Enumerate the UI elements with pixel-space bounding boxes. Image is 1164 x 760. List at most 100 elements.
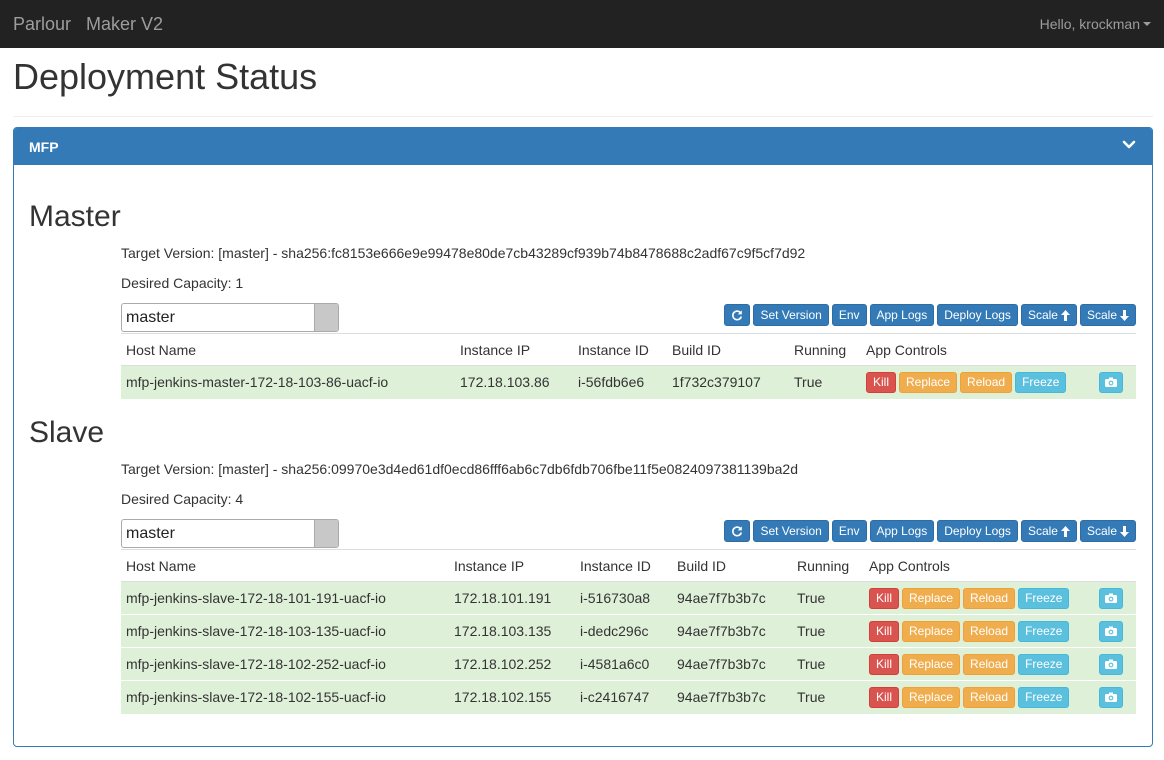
table-row: mfp-jenkins-slave-172-18-101-191-uacf-io…: [121, 581, 1136, 615]
deploy-logs-button[interactable]: Deploy Logs: [937, 304, 1018, 326]
user-menu-dropdown[interactable]: Hello, krockman: [1040, 0, 1151, 48]
title-divider: [13, 116, 1153, 117]
snapshot-button[interactable]: [1099, 371, 1123, 393]
freeze-button[interactable]: Freeze: [1018, 620, 1070, 642]
column-header-build-id: Build ID: [667, 333, 789, 366]
running-cell: True: [792, 647, 864, 681]
build-id-cell: 94ae7f7b3b7c: [672, 680, 792, 714]
refresh-icon: [732, 526, 743, 537]
freeze-button[interactable]: Freeze: [1018, 653, 1070, 675]
master-section-title: Master: [29, 200, 121, 233]
slave-section-title: Slave: [29, 416, 105, 449]
panel-heading[interactable]: MFP: [14, 128, 1152, 165]
running-cell: True: [792, 680, 864, 714]
instance-ip-cell: 172.18.102.252: [449, 647, 575, 681]
instance-id-cell: i-4581a6c0: [575, 647, 672, 681]
host-name-cell: mfp-jenkins-slave-172-18-102-155-uacf-io: [121, 680, 449, 714]
replace-button[interactable]: Replace: [902, 686, 961, 708]
arrow-down-icon: [1120, 309, 1129, 321]
build-id-cell: 94ae7f7b3b7c: [672, 647, 792, 681]
host-name-cell: mfp-jenkins-slave-172-18-101-191-uacf-io: [121, 581, 449, 615]
slave-desired-capacity: Desired Capacity: 4: [121, 491, 244, 507]
scale-up-button[interactable]: Scale: [1020, 520, 1077, 542]
env-button[interactable]: Env: [831, 520, 867, 542]
brand-link[interactable]: Parlour: [13, 14, 71, 35]
instance-id-cell: i-516730a8: [575, 581, 672, 615]
set-version-button[interactable]: Set Version: [753, 304, 829, 326]
host-name-cell: mfp-jenkins-slave-172-18-103-135-uacf-io: [121, 614, 449, 648]
column-header-instance-id: Instance ID: [575, 549, 672, 582]
scale-up-button[interactable]: Scale: [1020, 304, 1077, 326]
instance-ip-cell: 172.18.101.191: [449, 581, 575, 615]
app-controls-cell: Kill Replace Reload Freeze: [861, 365, 1086, 399]
replace-button[interactable]: Replace: [899, 371, 958, 393]
master-instances-table: Host Name Instance IP Instance ID Build …: [121, 333, 1136, 399]
camera-icon: [1105, 659, 1117, 669]
slave-version-select[interactable]: master: [121, 519, 339, 548]
freeze-button[interactable]: Freeze: [1018, 686, 1070, 708]
snapshot-cell: [1086, 680, 1136, 714]
scale-up-label: Scale: [1027, 308, 1058, 322]
snapshot-button[interactable]: [1099, 587, 1123, 609]
app-controls-cell: Kill Replace Reload Freeze: [864, 614, 1086, 648]
snapshot-button[interactable]: [1099, 620, 1123, 642]
refresh-icon: [732, 310, 743, 321]
reload-button[interactable]: Reload: [963, 587, 1016, 609]
kill-button[interactable]: Kill: [866, 371, 897, 393]
replace-button[interactable]: Replace: [902, 587, 961, 609]
select-handle[interactable]: [314, 520, 338, 547]
column-header-running: Running: [792, 549, 864, 582]
refresh-button[interactable]: [724, 520, 751, 542]
master-target-version: Target Version: [master] - sha256:fc8153…: [121, 245, 806, 261]
product-link[interactable]: Maker V2: [86, 14, 163, 35]
arrow-up-icon: [1060, 309, 1070, 321]
master-desired-capacity: Desired Capacity: 1: [121, 275, 244, 291]
column-header-host-name: Host Name: [121, 549, 449, 582]
top-navbar: Parlour Maker V2 Hello, krockman: [0, 0, 1164, 48]
host-name-cell: mfp-jenkins-slave-172-18-102-252-uacf-io: [121, 647, 449, 681]
freeze-button[interactable]: Freeze: [1015, 371, 1067, 393]
table-header-row: Host Name Instance IP Instance ID Build …: [121, 333, 1136, 366]
env-button[interactable]: Env: [831, 304, 867, 326]
scale-down-button[interactable]: Scale: [1079, 304, 1136, 326]
app-controls-cell: Kill Replace Reload Freeze: [864, 680, 1086, 714]
camera-icon: [1105, 626, 1117, 636]
select-handle[interactable]: [314, 304, 338, 331]
slave-instances-table: Host Name Instance IP Instance ID Build …: [121, 549, 1136, 714]
slave-target-version: Target Version: [master] - sha256:09970e…: [121, 461, 798, 477]
mfp-panel: MFP Master Target Version: [master] - sh…: [13, 127, 1153, 747]
snapshot-button[interactable]: [1099, 686, 1123, 708]
reload-button[interactable]: Reload: [963, 686, 1016, 708]
app-logs-button[interactable]: App Logs: [869, 304, 935, 326]
instance-ip-cell: 172.18.102.155: [449, 680, 575, 714]
snapshot-button[interactable]: [1099, 653, 1123, 675]
instance-ip-cell: 172.18.103.86: [455, 365, 573, 399]
chevron-down-icon[interactable]: [1122, 140, 1136, 150]
host-name-cell: mfp-jenkins-master-172-18-103-86-uacf-io: [121, 365, 455, 399]
caret-down-icon: [1143, 22, 1151, 26]
replace-button[interactable]: Replace: [902, 620, 961, 642]
set-version-button[interactable]: Set Version: [753, 520, 829, 542]
reload-button[interactable]: Reload: [963, 653, 1016, 675]
user-greeting: Hello, krockman: [1039, 16, 1140, 32]
reload-button[interactable]: Reload: [963, 620, 1016, 642]
replace-button[interactable]: Replace: [902, 653, 961, 675]
master-version-select[interactable]: master: [121, 303, 339, 332]
freeze-button[interactable]: Freeze: [1018, 587, 1070, 609]
kill-button[interactable]: Kill: [869, 620, 900, 642]
app-controls-cell: Kill Replace Reload Freeze: [864, 581, 1086, 615]
scale-down-button[interactable]: Scale: [1079, 520, 1136, 542]
kill-button[interactable]: Kill: [869, 587, 900, 609]
app-logs-button[interactable]: App Logs: [869, 520, 935, 542]
column-header-running: Running: [789, 333, 861, 366]
kill-button[interactable]: Kill: [869, 686, 900, 708]
slave-toolbar: Set Version Env App Logs Deploy Logs Sca…: [724, 520, 1136, 542]
table-row: mfp-jenkins-slave-172-18-102-155-uacf-io…: [121, 680, 1136, 714]
kill-button[interactable]: Kill: [869, 653, 900, 675]
snapshot-cell: [1086, 614, 1136, 648]
deploy-logs-button[interactable]: Deploy Logs: [937, 520, 1018, 542]
column-header-host-name: Host Name: [121, 333, 455, 366]
scale-down-label: Scale: [1086, 524, 1117, 538]
refresh-button[interactable]: [724, 304, 751, 326]
reload-button[interactable]: Reload: [960, 371, 1013, 393]
